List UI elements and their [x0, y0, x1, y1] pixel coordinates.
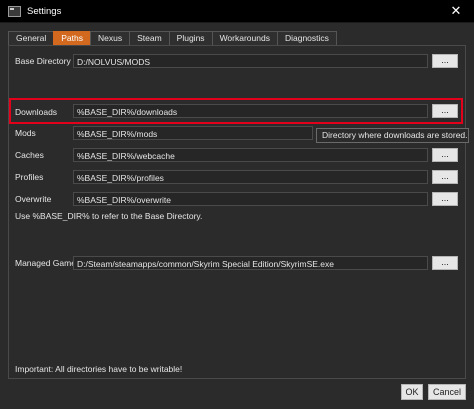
downloads-label: Downloads	[15, 107, 58, 117]
title-bar: Settings ✕	[0, 0, 474, 23]
mods-label: Mods	[15, 128, 36, 138]
overwrite-field[interactable]: %BASE_DIR%/overwrite	[73, 192, 428, 206]
mods-field[interactable]: %BASE_DIR%/mods	[73, 126, 313, 140]
tab-steam[interactable]: Steam	[129, 31, 170, 45]
downloads-tooltip: Directory where downloads are stored.	[316, 128, 469, 143]
managed-game-label: Managed Game	[15, 258, 76, 268]
base-directory-browse-button[interactable]: ...	[432, 54, 458, 68]
overwrite-browse-button[interactable]: ...	[432, 192, 458, 206]
caches-label: Caches	[15, 150, 44, 160]
tab-diagnostics[interactable]: Diagnostics	[276, 31, 337, 45]
base-directory-field[interactable]: D:/NOLVUS/MODS	[73, 54, 428, 68]
tab-plugins[interactable]: Plugins	[168, 31, 213, 45]
caches-browse-button[interactable]: ...	[432, 148, 458, 162]
overwrite-label: Overwrite	[15, 194, 52, 204]
managed-game-browse-button[interactable]: ...	[432, 256, 458, 270]
profiles-field[interactable]: %BASE_DIR%/profiles	[73, 170, 428, 184]
tab-bar: General Paths Nexus Steam Plugins Workar…	[8, 31, 337, 45]
app-icon	[8, 5, 21, 17]
tab-general[interactable]: General	[8, 31, 55, 45]
cancel-button[interactable]: Cancel	[428, 384, 466, 400]
tab-paths[interactable]: Paths	[53, 31, 91, 45]
downloads-field[interactable]: %BASE_DIR%/downloads	[73, 104, 428, 118]
profiles-label: Profiles	[15, 172, 44, 182]
tab-nexus[interactable]: Nexus	[90, 31, 131, 45]
window-title: Settings	[27, 5, 62, 17]
managed-game-field[interactable]: D:/Steam/steamapps/common/Skyrim Special…	[73, 256, 428, 270]
base-dir-hint: Use %BASE_DIR% to refer to the Base Dire…	[15, 211, 203, 221]
ok-button[interactable]: OK	[401, 384, 423, 400]
close-icon[interactable]: ✕	[438, 0, 474, 22]
base-directory-label: Base Directory	[15, 56, 71, 66]
tab-workarounds[interactable]: Workarounds	[211, 31, 278, 45]
profiles-browse-button[interactable]: ...	[432, 170, 458, 184]
caches-field[interactable]: %BASE_DIR%/webcache	[73, 148, 428, 162]
downloads-browse-button[interactable]: ...	[432, 104, 458, 118]
writable-note: Important: All directories have to be wr…	[15, 364, 183, 374]
